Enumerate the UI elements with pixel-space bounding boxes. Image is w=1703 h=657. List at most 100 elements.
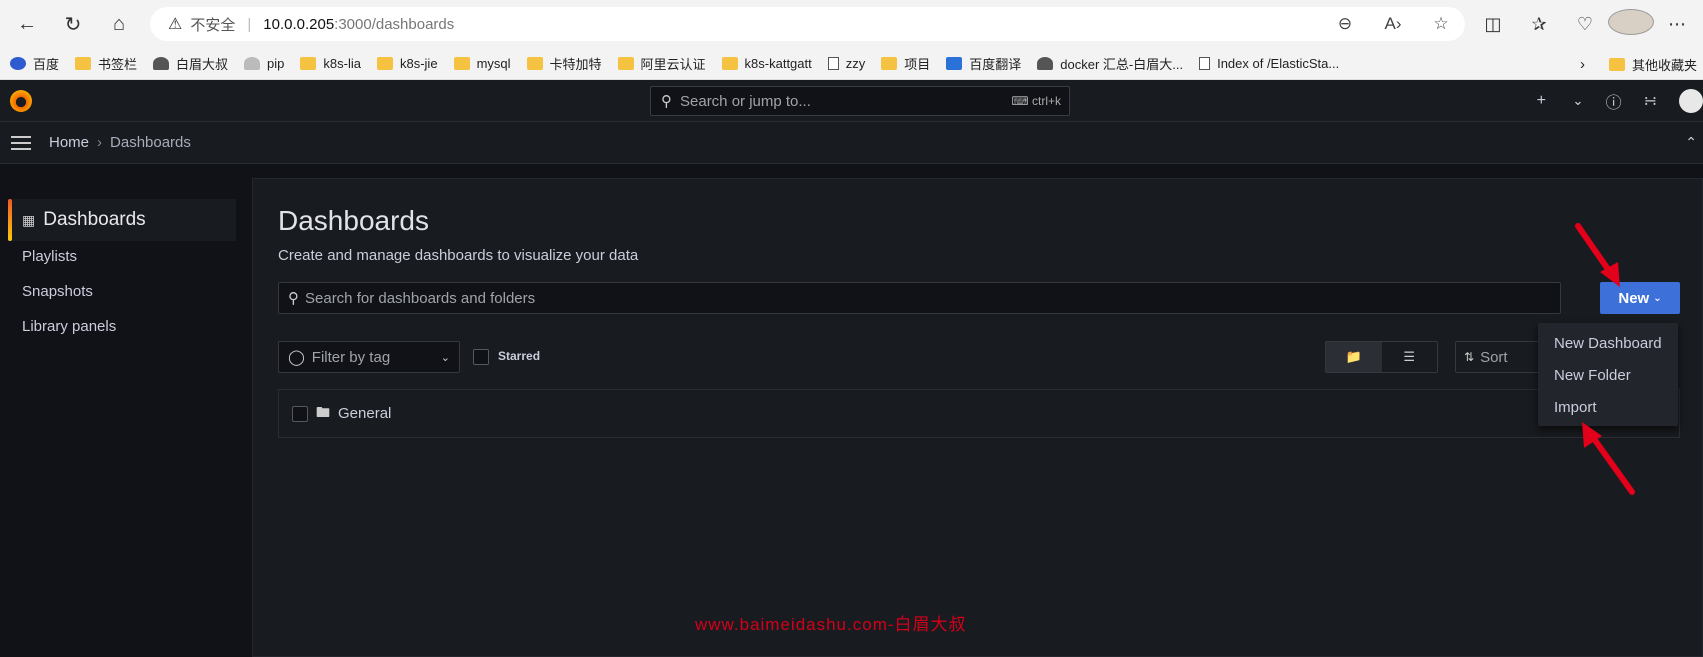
zoom-icon[interactable]: ⊖ [1321,14,1369,34]
bookmark-item[interactable]: 卡特加特 [526,54,602,73]
news-feed-icon[interactable]: ∺ [1644,91,1657,111]
home-icon[interactable]: ⌂ [100,5,138,43]
sidebar-item-snapshots[interactable]: Snapshots [22,283,93,300]
search-icon: ⚲ [288,290,299,307]
browser-toolbar: ← ↻ ⌂ ⚠ 不安全 | 10.0.0.205:3000/dashboards… [0,0,1703,48]
paw-icon [10,57,26,70]
breadcrumb-bar: Home › Dashboards ⌃ [0,122,1703,164]
chevron-up-icon[interactable]: ⌃ [1685,134,1697,151]
insecure-label: 不安全 [190,16,236,34]
filter-by-tag-select[interactable]: ◯ Filter by tag ⌄ [278,341,460,373]
page-title: Dashboards [278,205,429,236]
new-dropdown-menu: New Dashboard New Folder Import [1538,323,1678,426]
address-bar[interactable]: ⚠ 不安全 | 10.0.0.205:3000/dashboards ⊖ A› … [150,7,1465,41]
folder-icon [376,57,393,70]
chevron-down-icon: ⌄ [440,351,450,364]
sidebar-item-playlists[interactable]: Playlists [22,248,77,265]
breadcrumb-current: Dashboards [110,134,191,151]
folder-icon [881,57,898,70]
sidebar: ▦ Dashboards Playlists Snapshots Library… [0,164,250,657]
add-icon[interactable]: + ⌄ [1537,92,1584,110]
person-icon [244,57,261,70]
url-separator: | [247,15,252,33]
page-subtitle: Create and manage dashboards to visualiz… [278,247,639,264]
starred-label: Starred [498,349,541,363]
view-toggle: 📁 ☰ [1325,341,1438,373]
bookmark-item[interactable]: 书签栏 [75,54,137,73]
read-aloud-icon[interactable]: A› [1369,14,1417,34]
folder-name: General [338,405,392,422]
bookmark-item[interactable]: mysql [453,56,511,71]
person-icon [153,57,170,70]
annotation-arrow-import [1582,422,1635,495]
split-screen-icon[interactable]: ◫ [1470,14,1516,35]
user-avatar[interactable] [1679,89,1703,113]
search-or-jump-input[interactable]: ⚲ Search or jump to... ⌨ ctrl+k [650,86,1070,116]
folder-icon [526,57,543,70]
folder-view-icon[interactable]: 📁 [1326,342,1382,372]
dashboard-search-input[interactable]: ⚲ Search for dashboards and folders [278,282,1561,314]
bookmark-item[interactable]: pip [244,56,284,71]
more-icon[interactable]: ⋯ [1654,14,1700,35]
folder-checkbox[interactable] [292,405,308,422]
browser-essentials-icon[interactable]: ♡ [1562,14,1608,35]
grafana-logo-icon[interactable] [10,90,32,112]
menu-item-new-folder[interactable]: New Folder [1538,359,1678,391]
search-icon: ⚲ [661,93,672,110]
folder-icon: 🖿 [316,403,330,420]
bookmark-item[interactable]: zzy [827,56,865,71]
folder-icon [300,57,317,70]
page-icon [827,57,839,70]
reload-icon[interactable]: ↻ [54,5,92,43]
help-icon[interactable]: ⓘ [1606,89,1622,113]
list-view-icon[interactable]: ☰ [1382,342,1438,372]
watermark-text: www.baimeidashu.com-白眉大叔 [695,615,967,634]
folder-icon [75,57,92,70]
bookmark-item[interactable]: k8s-lia [300,56,361,71]
warning-icon: ⚠ [168,16,183,33]
folder-icon [721,57,738,70]
menu-icon[interactable] [11,135,31,150]
bookmark-item[interactable]: 项目 [881,54,930,73]
bookmarks-bar: 百度 书签栏 白眉大叔 pip k8s-lia k8s-jie mysql 卡特… [0,48,1703,80]
back-icon[interactable]: ← [8,5,46,43]
translate-icon [946,57,963,70]
chevron-right-icon[interactable]: › [1580,56,1585,73]
sort-select[interactable]: ⇅ Sort [1455,341,1545,373]
person-icon [1037,57,1054,70]
bookmark-item[interactable]: 阿里云认证 [617,54,706,73]
folder-icon [617,57,634,70]
menu-item-new-dashboard[interactable]: New Dashboard [1538,327,1678,359]
dashboards-page: Dashboards Create and manage dashboards … [252,178,1703,657]
keyboard-shortcut: ⌨ ctrl+k [1011,94,1061,108]
bookmark-item[interactable]: docker 汇总-白眉大... [1037,54,1183,73]
active-indicator [8,199,12,241]
bookmark-item[interactable]: k8s-jie [376,56,438,71]
url-path: :3000/dashboards [334,15,455,33]
grafana-topbar: ⚲ Search or jump to... ⌨ ctrl+k + ⌄ ⓘ ∺ [0,80,1703,122]
url-host: 10.0.0.205 [263,15,335,33]
breadcrumb-home[interactable]: Home [49,134,89,151]
bookmark-item[interactable]: 白眉大叔 [153,54,228,73]
favorites-icon[interactable]: ✰ [1516,14,1562,35]
dashboard-grid-icon: ▦ [22,211,36,228]
folder-row-general[interactable]: 🖿 General [278,389,1680,438]
favorite-star-icon[interactable]: ☆ [1417,14,1465,34]
sidebar-item-dashboards[interactable]: ▦ Dashboards [8,199,236,241]
starred-checkbox[interactable] [473,349,489,365]
profile-avatar[interactable] [1608,8,1654,40]
bookmark-item[interactable]: Index of /ElasticSta... [1199,56,1339,71]
folder-icon [1608,57,1625,71]
sort-icon: ⇅ [1464,350,1475,364]
bookmark-item[interactable]: 百度翻译 [946,54,1021,73]
annotation-arrow-new [1575,223,1620,287]
chevron-right-icon: › [97,134,103,151]
bookmark-item[interactable]: 百度 [10,54,59,73]
tag-icon: ◯ [288,349,305,366]
page-icon [1199,57,1211,70]
sidebar-item-library-panels[interactable]: Library panels [22,318,116,335]
bookmark-item[interactable]: k8s-kattgatt [721,56,812,71]
chevron-down-icon: ⌄ [1653,292,1662,304]
folder-icon [453,57,470,70]
bookmark-other-folder[interactable]: 其他收藏夹 [1608,55,1697,74]
